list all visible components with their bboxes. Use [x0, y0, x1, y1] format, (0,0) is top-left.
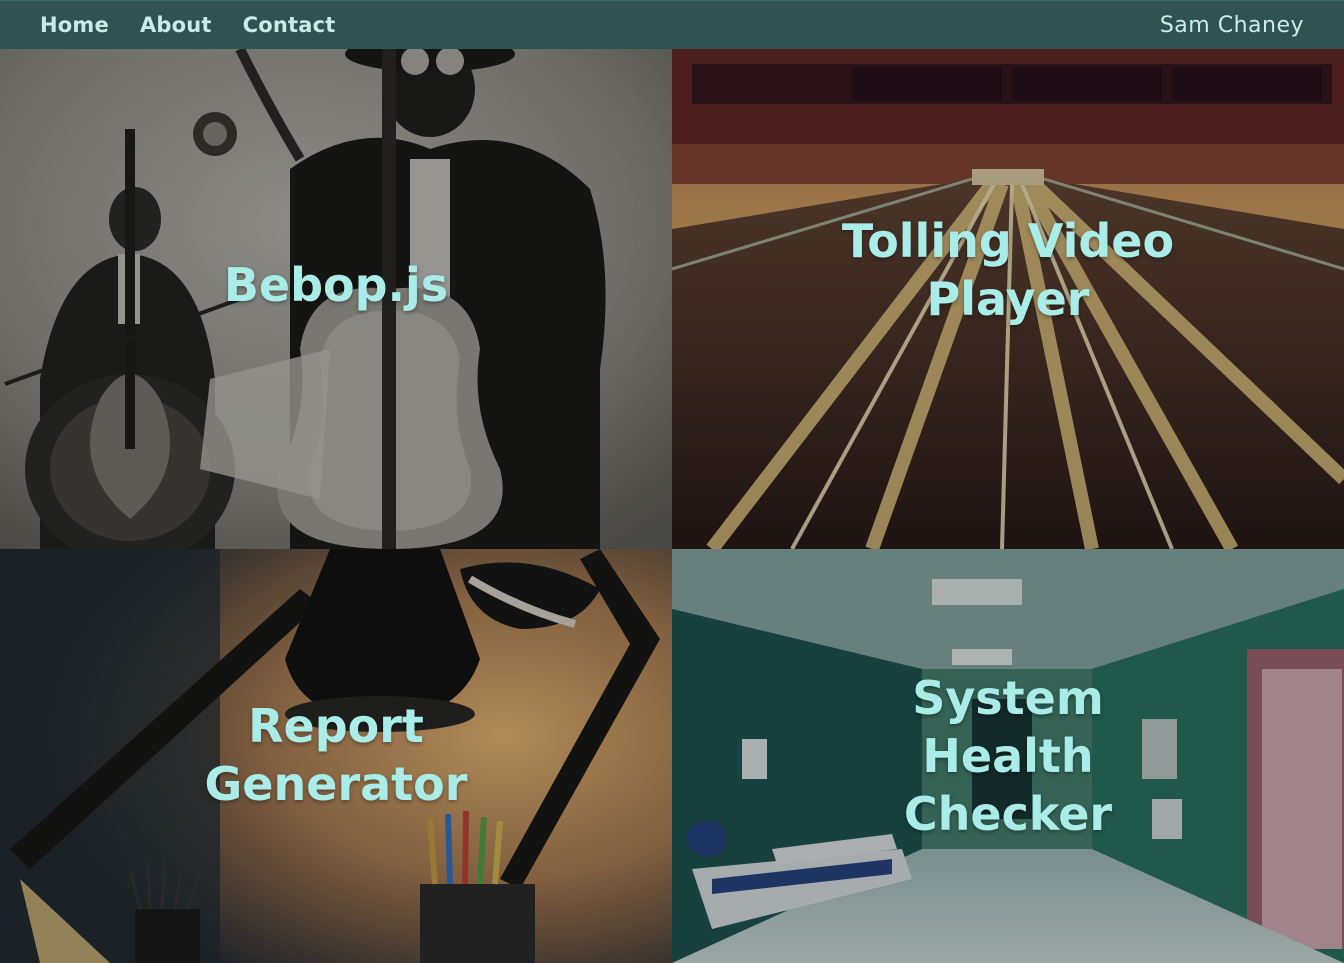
project-title-tolling[interactable]: Tolling Video Player: [672, 212, 1344, 328]
project-title-health[interactable]: System Health Checker: [672, 669, 1344, 843]
nav-home-link[interactable]: Home: [40, 13, 109, 37]
nav-links: Home About Contact: [40, 13, 336, 37]
project-title-report[interactable]: Report Generator: [0, 697, 672, 813]
project-tile-tolling[interactable]: Tolling Video Player: [672, 49, 1344, 549]
project-tile-health[interactable]: System Health Checker: [672, 549, 1344, 963]
site-brand-name[interactable]: Sam Chaney: [1160, 13, 1304, 38]
top-navbar: Home About Contact Sam Chaney: [0, 0, 1344, 49]
project-title-bebop[interactable]: Bebop.js: [0, 256, 672, 314]
nav-about-link[interactable]: About: [140, 13, 212, 37]
project-tile-bebop[interactable]: Bebop.js: [0, 49, 672, 549]
nav-contact-link[interactable]: Contact: [243, 13, 336, 37]
project-tile-report[interactable]: Report Generator: [0, 549, 672, 963]
project-grid: Bebop.js Tolling Video Player Report Gen…: [0, 49, 1344, 963]
